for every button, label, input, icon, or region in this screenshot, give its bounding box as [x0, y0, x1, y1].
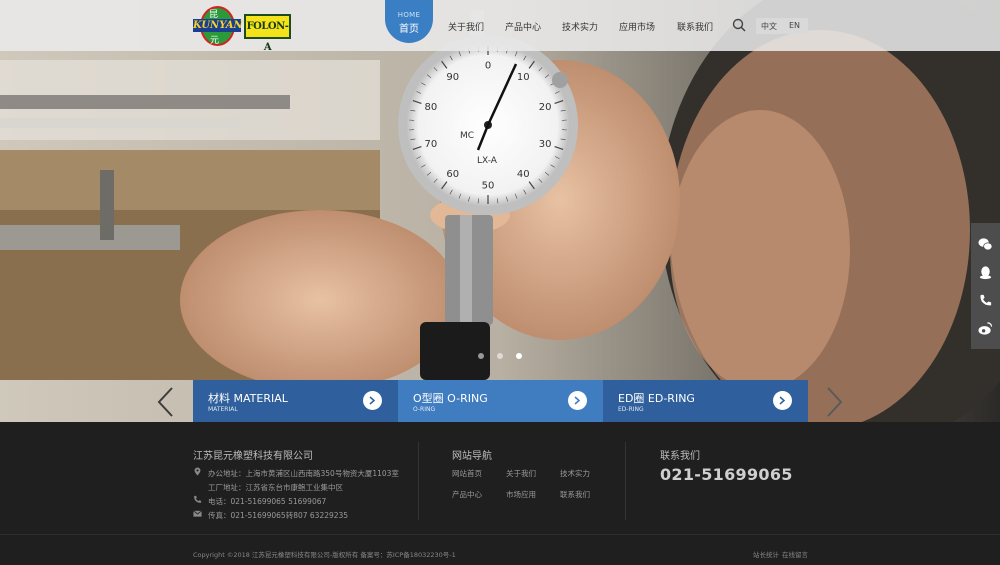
slide-dot-3[interactable] [516, 353, 522, 359]
site-footer: 江苏昆元橡塑科技有限公司 办公地址：上海市黄浦区山西南路350号物资大厦1103… [0, 422, 1000, 565]
gauge-number: 0 [485, 61, 491, 72]
phone-icon[interactable] [978, 293, 993, 308]
category-material[interactable]: 材料 MATERIAL MATERIAL [193, 380, 398, 422]
gauge-number: 30 [539, 139, 552, 150]
nav-home-en: HOME [397, 11, 421, 19]
nav-technology[interactable]: 技术实力 [562, 20, 598, 33]
kunyan-logo: 昆 KUNYAN 元 [193, 6, 243, 46]
wechat-icon[interactable] [978, 237, 993, 252]
gauge-number: 90 [446, 72, 459, 83]
company-name: 江苏昆元橡塑科技有限公司 [193, 451, 313, 462]
gauge-brand: MC [460, 131, 474, 141]
office-address: 办公地址：上海市黄浦区山西南路350号物资大厦1103室 [208, 469, 399, 478]
footer-divider [418, 442, 419, 520]
footer-link-market[interactable]: 市场应用 [506, 489, 536, 500]
online-message-link[interactable]: 在线留言 [782, 549, 808, 559]
chevron-right-icon[interactable] [363, 391, 382, 410]
fax: 传真：021-51699065转807 63229235 [208, 511, 349, 520]
footer-link-about[interactable]: 关于我们 [506, 468, 536, 479]
folon-logo: FOLON-A [244, 14, 291, 53]
gauge-number: 80 [425, 102, 438, 113]
factory-address: 工厂地址：江苏省东台市康鲍工业集中区 [208, 483, 343, 492]
phone-icon [194, 495, 202, 503]
location-icon [194, 467, 201, 476]
floating-contact-bar [971, 223, 1000, 349]
nav-market[interactable]: 应用市场 [619, 20, 655, 33]
search-icon[interactable] [732, 18, 746, 32]
next-arrow-icon[interactable] [824, 386, 844, 418]
footer-link-contact[interactable]: 联系我们 [560, 489, 590, 500]
category-title: ED圈 ED-RING [618, 392, 695, 405]
nav-home[interactable]: HOME 首页 [385, 0, 433, 43]
footer-nav-title: 网站导航 [452, 451, 492, 462]
category-subtitle: O-RING [413, 406, 436, 413]
footer-link-home[interactable]: 网站首页 [452, 468, 482, 479]
site-stats-link[interactable]: 站长统计 [753, 549, 779, 559]
prev-arrow-icon[interactable] [156, 386, 176, 418]
nav-contact[interactable]: 联系我们 [677, 20, 713, 33]
category-title: 材料 MATERIAL [208, 392, 288, 405]
footer-divider [625, 442, 626, 520]
category-o-ring[interactable]: O型圈 O-RING O-RING [398, 380, 603, 422]
gauge-number: 40 [517, 169, 530, 180]
footer-bottom-bar: Copyright ©2018 江苏昆元橡塑科技有限公司-版权所有 备案号：苏I… [0, 534, 1000, 565]
category-subtitle: ED-RING [618, 406, 644, 413]
copyright: Copyright ©2018 江苏昆元橡塑科技有限公司-版权所有 备案号：苏I… [193, 551, 456, 559]
slide-dot-1[interactable] [478, 353, 484, 359]
gauge-number: 20 [539, 102, 552, 113]
slide-dot-2[interactable] [497, 353, 503, 359]
nav-products[interactable]: 产品中心 [505, 20, 541, 33]
gauge-number: 60 [446, 169, 459, 180]
gauge-number: 70 [425, 139, 438, 150]
category-subtitle: MATERIAL [208, 406, 238, 413]
nav-home-label: 首页 [399, 24, 419, 35]
lang-en[interactable]: EN [789, 21, 800, 30]
footer-contact-title: 联系我们 [660, 451, 700, 462]
telephone: 电话：021-51699065 51699067 [208, 497, 327, 506]
qq-icon[interactable] [978, 265, 993, 280]
gauge-number: 50 [482, 181, 495, 192]
language-switch: 中文 EN [756, 18, 808, 34]
category-title: O型圈 O-RING [413, 392, 488, 405]
hotline-number: 021-51699065 [660, 465, 793, 484]
gauge-number: 10 [517, 72, 530, 83]
footer-link-technology[interactable]: 技术实力 [560, 468, 590, 479]
weibo-icon[interactable] [978, 321, 993, 336]
site-header: 昆 KUNYAN 元 FOLON-A HOME 首页 关于我们 产品中心 技术实… [0, 0, 1000, 53]
chevron-right-icon[interactable] [773, 391, 792, 410]
footer-link-products[interactable]: 产品中心 [452, 489, 482, 500]
gauge-model: LX-A [477, 156, 498, 166]
category-ed-ring[interactable]: ED圈 ED-RING ED-RING [603, 380, 808, 422]
lang-cn[interactable]: 中文 [761, 21, 777, 32]
chevron-right-icon[interactable] [568, 391, 587, 410]
nav-about[interactable]: 关于我们 [448, 20, 484, 33]
fax-icon [193, 510, 202, 517]
